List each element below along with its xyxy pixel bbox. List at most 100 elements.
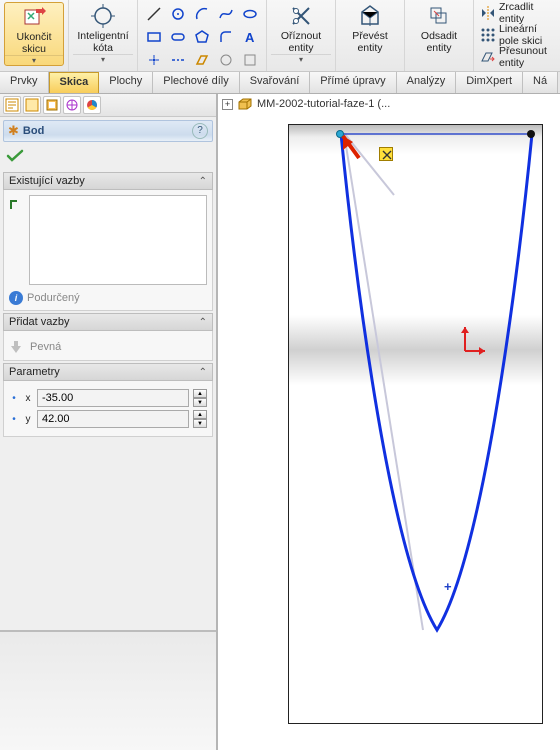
polygon-tool[interactable] [192, 27, 212, 47]
model-viewport[interactable]: + [288, 124, 543, 724]
smart-dimension-button[interactable]: Inteligentníkóta ▾ [73, 2, 133, 64]
plane-tool[interactable] [192, 50, 212, 70]
manager-tab-icons [0, 94, 216, 117]
ok-button[interactable] [0, 145, 216, 170]
point-icon: ✱ [8, 123, 19, 139]
spin-up[interactable]: ▲ [193, 410, 207, 419]
expand-tree-button[interactable]: + [222, 99, 233, 110]
ribbon-group-exit: Ukončitskicu ▾ [0, 0, 69, 71]
tab-analyzy[interactable]: Analýzy [397, 72, 457, 93]
tab-skica[interactable]: Skica [49, 72, 100, 93]
param-y-input[interactable] [37, 410, 189, 428]
ribbon-group-dim: Inteligentníkóta ▾ [69, 0, 138, 71]
feature-title: Bod [23, 125, 192, 137]
tab-prvky[interactable]: Prvky [0, 72, 49, 93]
tab-dimxpert[interactable]: DimXpert [456, 72, 523, 93]
sketch-origin[interactable] [459, 323, 489, 357]
section-existing-relations: Existující vazby ⌃ i Podurčený [3, 172, 213, 311]
graphics-area[interactable]: + MM-2002-tutorial-faze-1 (... [218, 94, 560, 750]
centerline-tool[interactable] [168, 50, 188, 70]
status-row: i Podurčený [9, 291, 207, 305]
cursor-arrow-annotation [339, 132, 379, 172]
convert-entities-button[interactable]: Převéstentity [340, 2, 400, 54]
dropdown-indicator[interactable]: ▾ [73, 54, 133, 64]
dropdown-indicator[interactable]: ▾ [271, 54, 331, 64]
add-fixed-label: Pevná [30, 341, 61, 353]
mirror-label: Zrcadlit entity [499, 1, 554, 25]
misc-tool-1[interactable] [216, 50, 236, 70]
param-x-bullet: • [9, 393, 19, 404]
section-title-params: Parametry [9, 366, 199, 378]
point-tool[interactable] [144, 50, 164, 70]
tab-plechove-dily[interactable]: Plechové díly [153, 72, 239, 93]
dimxpert-manager-tab[interactable] [63, 96, 81, 114]
misc-tool-2[interactable] [240, 50, 260, 70]
feature-title-bar: ✱ Bod ? [3, 120, 213, 142]
exit-sketch-label: Ukončitskicu [16, 31, 51, 55]
convert-label: Převéstentity [352, 30, 388, 54]
circle-tool[interactable] [168, 4, 188, 24]
section-header-add[interactable]: Přidat vazby ⌃ [3, 313, 213, 331]
line-tool[interactable] [144, 4, 164, 24]
exit-sketch-button[interactable]: Ukončitskicu ▾ [4, 2, 64, 66]
slot-tool[interactable] [168, 27, 188, 47]
param-y-label: y [23, 414, 33, 425]
spin-down[interactable]: ▼ [193, 419, 207, 428]
feature-tree-flyout[interactable]: + MM-2002-tutorial-faze-1 (... [218, 94, 560, 114]
ribbon-group-trim: Oříznoutentity ▾ [267, 0, 336, 71]
command-tabs: Prvky Skica Plochy Plechové díly Svařová… [0, 72, 560, 94]
param-y-row: • y ▲▼ [9, 410, 207, 428]
tab-prime-upravy[interactable]: Přímé úpravy [310, 72, 396, 93]
relation-tag-coincident[interactable] [379, 147, 393, 161]
offset-entities-button[interactable]: Odsaditentity [409, 2, 469, 54]
svg-text:A: A [245, 30, 255, 45]
configuration-manager-tab[interactable] [43, 96, 61, 114]
ellipse-tool[interactable] [240, 4, 260, 24]
move-entities-button[interactable]: Přesunout entity [480, 46, 554, 68]
ribbon-group-sketch-tools: A [138, 0, 267, 71]
linear-pattern-label: Lineární pole skici [499, 23, 554, 47]
mirror-entities-button[interactable]: Zrcadlit entity [480, 2, 554, 24]
arc-tool[interactable] [192, 4, 212, 24]
add-fixed-relation-button[interactable]: Pevná [9, 336, 207, 355]
collapse-icon: ⌃ [199, 317, 207, 328]
mirror-icon [480, 5, 496, 21]
linear-pattern-button[interactable]: Lineární pole skici [480, 24, 554, 46]
fillet-tool[interactable] [216, 27, 236, 47]
property-manager-tab[interactable] [23, 96, 41, 114]
spin-down[interactable]: ▼ [193, 398, 207, 407]
param-x-input[interactable] [37, 389, 189, 407]
text-tool[interactable]: A [240, 27, 260, 47]
section-header-params[interactable]: Parametry ⌃ [3, 363, 213, 381]
fixed-icon [9, 339, 25, 355]
collapse-icon: ⌃ [199, 176, 207, 187]
spin-up[interactable]: ▲ [193, 389, 207, 398]
endpoint[interactable] [527, 130, 535, 138]
section-header-relations[interactable]: Existující vazby ⌃ [3, 172, 213, 190]
panel-splitter[interactable] [0, 630, 216, 750]
display-manager-tab[interactable] [83, 96, 101, 114]
help-button[interactable]: ? [192, 123, 208, 139]
dropdown-indicator[interactable]: ▾ [5, 55, 63, 65]
ribbon-group-offset: Odsaditentity [405, 0, 474, 71]
part-icon [237, 97, 253, 111]
relations-listbox[interactable] [29, 195, 207, 285]
tab-svarovani[interactable]: Svařování [240, 72, 311, 93]
feature-manager-tab[interactable] [3, 96, 21, 114]
section-title-relations: Existující vazby [9, 175, 199, 187]
param-x-label: x [23, 393, 33, 404]
param-x-row: • x ▲▼ [9, 389, 207, 407]
sketch-entities [289, 125, 544, 725]
param-x-spinner[interactable]: ▲▼ [193, 389, 207, 407]
offset-icon [427, 4, 451, 28]
rectangle-tool[interactable] [144, 27, 164, 47]
trim-entities-button[interactable]: Oříznoutentity ▾ [271, 2, 331, 64]
property-manager-panel: ✱ Bod ? Existující vazby ⌃ i Podurčený [0, 94, 218, 750]
tab-plochy[interactable]: Plochy [99, 72, 153, 93]
section-add-relations: Přidat vazby ⌃ Pevná [3, 313, 213, 361]
param-y-spinner[interactable]: ▲▼ [193, 410, 207, 428]
sketch-tool-grid: A [142, 2, 262, 72]
smart-dimension-icon [91, 4, 115, 28]
tab-overflow[interactable]: Ná [523, 72, 558, 93]
spline-tool[interactable] [216, 4, 236, 24]
